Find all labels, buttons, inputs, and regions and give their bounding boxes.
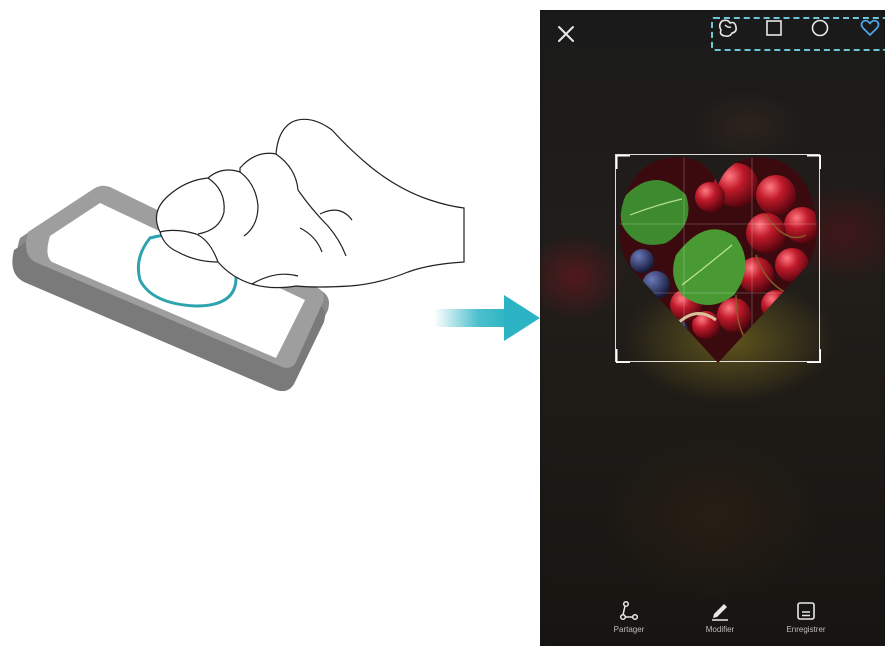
freeform-shape-button[interactable]: [716, 16, 740, 40]
rectangle-shape-icon: [766, 20, 782, 36]
share-label: Partager: [613, 625, 645, 634]
rectangle-shape-button[interactable]: [762, 16, 786, 40]
figure: Partager Modifier Enregistrer: [0, 0, 885, 646]
arrow-right-icon: [434, 295, 540, 341]
heart-shape-button[interactable]: [858, 16, 882, 40]
knuckle-gesture-illustration: [12, 118, 465, 392]
share-button[interactable]: Partager: [589, 600, 669, 646]
save-label: Enregistrer: [786, 625, 826, 634]
edit-label: Modifier: [705, 625, 735, 634]
heart-cropped-photo: [616, 155, 821, 363]
edit-button[interactable]: Modifier: [680, 600, 760, 646]
circle-shape-button[interactable]: [808, 16, 832, 40]
share-icon: [619, 600, 639, 621]
save-button[interactable]: Enregistrer: [766, 600, 846, 646]
screenshot-editor-screen: Partager Modifier Enregistrer: [540, 10, 885, 646]
crop-frame[interactable]: [615, 154, 821, 363]
pen-icon: [712, 604, 728, 621]
save-icon: [797, 602, 815, 620]
close-button[interactable]: [554, 22, 578, 46]
circle-shape-icon: [811, 19, 829, 37]
heart-shape-icon: [860, 19, 880, 36]
freeform-shape-icon: [718, 19, 737, 37]
close-icon: [558, 26, 574, 42]
action-bar: Partager Modifier Enregistrer: [540, 600, 885, 646]
